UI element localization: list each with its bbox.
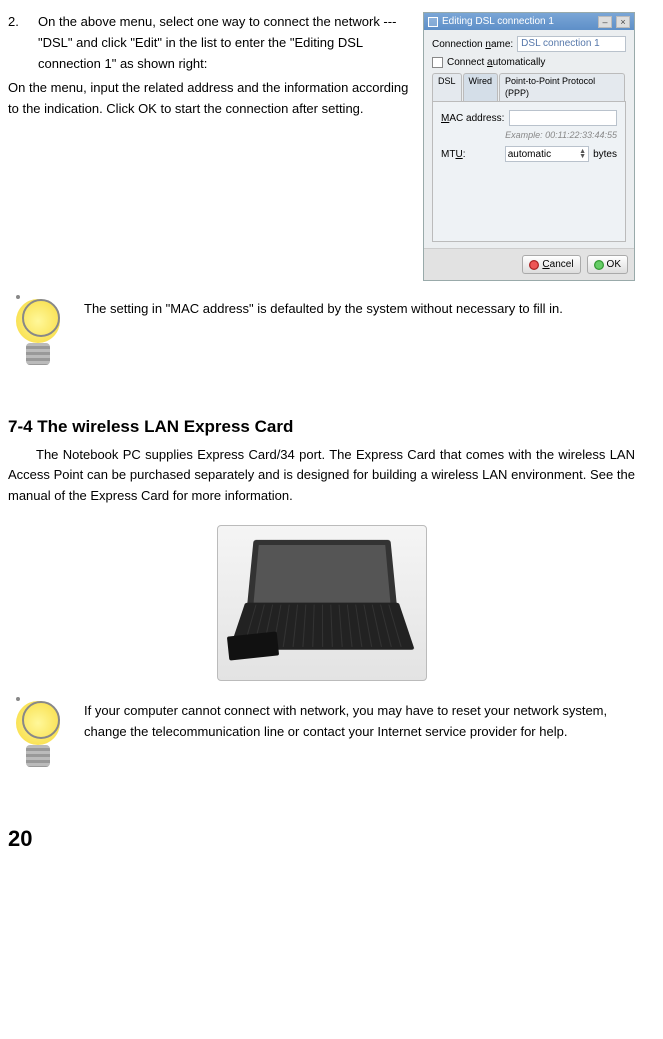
connect-auto-row: Connect automatically [432, 56, 626, 69]
spinner-arrows-icon[interactable]: ▲▼ [579, 149, 586, 159]
tip-1: The setting in "MAC address" is defaulte… [8, 291, 635, 371]
tip-2-text: If your computer cannot connect with net… [84, 701, 635, 743]
tab-ppp[interactable]: Point-to-Point Protocol (PPP) [499, 73, 625, 101]
mtu-row: MTU: automatic ▲▼ bytes [441, 146, 617, 162]
dialog-titlebar: Editing DSL connection 1 – × [424, 13, 634, 30]
mac-input[interactable] [509, 110, 617, 126]
connection-name-row: Connection name: DSL connection 1 [432, 36, 626, 52]
mtu-unit: bytes [593, 148, 617, 161]
tab-dsl[interactable]: DSL [432, 73, 462, 101]
connect-auto-checkbox[interactable] [432, 57, 443, 68]
tab-wired[interactable]: Wired [463, 73, 499, 101]
ok-button[interactable]: OK [587, 255, 628, 274]
lightbulb-icon [8, 291, 72, 371]
tabpanel-wired: MAC address: Example: 00:11:22:33:44:55 … [432, 102, 626, 242]
connect-auto-label: Connect automatically [447, 56, 545, 69]
mtu-value: automatic [508, 148, 551, 161]
connection-name-input[interactable]: DSL connection 1 [517, 36, 626, 52]
page-number: 20 [8, 821, 635, 856]
mtu-label: MTU: [441, 148, 501, 161]
express-card-icon [226, 631, 278, 660]
dialog-footer: Cancel OK [424, 248, 634, 280]
section-body: The Notebook PC supplies Express Card/34… [8, 445, 635, 507]
lightbulb-icon [8, 693, 72, 773]
ok-icon [594, 260, 604, 270]
close-icon[interactable]: × [616, 16, 630, 28]
window-icon [428, 17, 438, 27]
mac-example-text: Example: 00:11:22:33:44:55 [505, 130, 617, 142]
dialog-editing-dsl-connection: Editing DSL connection 1 – × Connection … [423, 12, 635, 281]
minimize-icon[interactable]: – [598, 16, 612, 28]
dialog-title-text: Editing DSL connection 1 [442, 15, 554, 28]
tip-2: If your computer cannot connect with net… [8, 693, 635, 773]
step-item: 2. On the above menu, select one way to … [8, 12, 415, 74]
mac-row: MAC address: [441, 110, 617, 126]
cancel-button[interactable]: Cancel [522, 255, 580, 274]
step-followup: On the menu, input the related address a… [8, 78, 415, 120]
tip-1-text: The setting in "MAC address" is defaulte… [84, 299, 563, 320]
step-number: 2. [8, 12, 34, 74]
ok-label: OK [607, 258, 621, 271]
section-heading: 7-4 The wireless LAN Express Card [8, 413, 635, 440]
mac-example-row: Example: 00:11:22:33:44:55 [441, 130, 617, 142]
cancel-icon [529, 260, 539, 270]
step-text: On the above menu, select one way to con… [38, 12, 415, 74]
connection-name-label: Connection name: [432, 38, 513, 51]
cancel-label: Cancel [542, 258, 573, 271]
tabbar: DSL Wired Point-to-Point Protocol (PPP) [432, 73, 626, 102]
mac-label: MAC address: [441, 112, 505, 125]
mtu-input[interactable]: automatic ▲▼ [505, 146, 589, 162]
laptop-figure [8, 525, 635, 681]
